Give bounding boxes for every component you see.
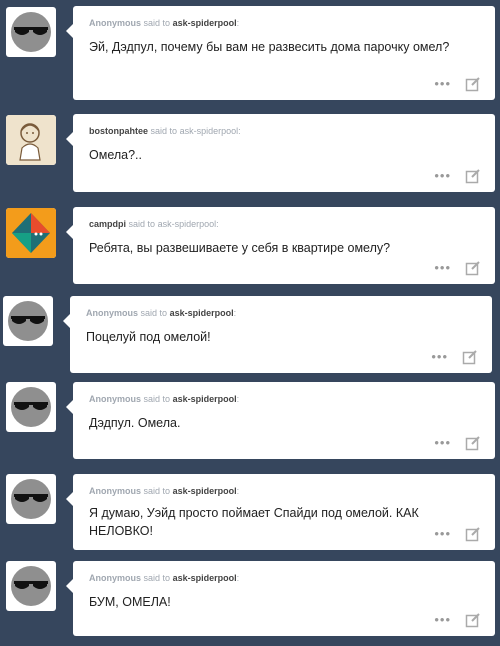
anonymous-sunglasses-icon — [11, 12, 51, 52]
orange-diamond-icon — [6, 208, 56, 258]
ask-card: Anonymous said to ask-spiderpool: Дэдпул… — [66, 382, 495, 459]
edit-icon[interactable] — [465, 526, 481, 542]
recipient-name[interactable]: ask-spiderpool — [170, 308, 234, 318]
post-actions: ••• — [434, 610, 481, 630]
more-options-icon[interactable]: ••• — [434, 436, 451, 449]
ask-card: Anonymous said to ask-spiderpool: Эй, Дэ… — [66, 6, 495, 100]
recipient-name[interactable]: ask-spiderpool — [180, 126, 239, 136]
author-name[interactable]: Anonymous — [89, 573, 141, 583]
anonymous-avatar[interactable] — [6, 561, 56, 611]
more-options-icon[interactable]: ••• — [434, 261, 451, 274]
anonymous-sunglasses-icon — [8, 301, 48, 341]
anonymous-avatar[interactable] — [6, 382, 56, 432]
post-actions: ••• — [434, 74, 481, 94]
ask-card: campdpi said to ask-spiderpool: Ребята, … — [66, 207, 495, 284]
ask-header: Anonymous said to ask-spiderpool: — [89, 486, 240, 496]
ask-message: Поцелуй под омелой! — [86, 330, 211, 344]
post-actions: ••• — [434, 166, 481, 186]
edit-icon[interactable] — [462, 349, 478, 365]
more-options-icon[interactable]: ••• — [434, 613, 451, 626]
recipient-name[interactable]: ask-spiderpool — [173, 18, 237, 28]
ask-message: Ребята, вы развешиваете у себя в квартир… — [89, 241, 391, 255]
recipient-name[interactable]: ask-spiderpool — [173, 573, 237, 583]
more-options-icon[interactable]: ••• — [431, 350, 448, 363]
post-actions: ••• — [434, 433, 481, 453]
anonymous-avatar[interactable] — [6, 474, 56, 524]
edit-icon[interactable] — [465, 612, 481, 628]
ask-message: Омела?.. — [89, 148, 142, 162]
more-options-icon[interactable]: ••• — [434, 527, 451, 540]
recipient-name[interactable]: ask-spiderpool — [173, 486, 237, 496]
ask-header: Anonymous said to ask-spiderpool: — [89, 573, 240, 583]
ask-card: Anonymous said to ask-spiderpool: БУМ, О… — [66, 561, 495, 636]
author-name[interactable]: Anonymous — [89, 394, 141, 404]
sketch-character-icon — [6, 115, 56, 165]
ask-message: Я думаю, Уэйд просто поймает Спайди под … — [89, 506, 419, 538]
anonymous-sunglasses-icon — [11, 479, 51, 519]
anonymous-sunglasses-icon — [11, 566, 51, 606]
ask-header: Anonymous said to ask-spiderpool: — [89, 394, 240, 404]
ask-header: bostonpahtee said to ask-spiderpool: — [89, 126, 241, 136]
ask-message: Эй, Дэдпул, почему бы вам не развесить д… — [89, 40, 450, 54]
more-options-icon[interactable]: ••• — [434, 77, 451, 90]
ask-card: Anonymous said to ask-spiderpool: Я дума… — [66, 474, 495, 550]
more-options-icon[interactable]: ••• — [434, 169, 451, 182]
recipient-name[interactable]: ask-spiderpool — [158, 219, 217, 229]
campdpi-avatar[interactable] — [6, 208, 56, 258]
author-name[interactable]: Anonymous — [86, 308, 138, 318]
edit-icon[interactable] — [465, 76, 481, 92]
ask-message: БУМ, ОМЕЛА! — [89, 595, 171, 609]
edit-icon[interactable] — [465, 435, 481, 451]
ask-header: Anonymous said to ask-spiderpool: — [89, 18, 240, 28]
author-name[interactable]: bostonpahtee — [89, 126, 148, 136]
edit-icon[interactable] — [465, 260, 481, 276]
ask-message: Дэдпул. Омела. — [89, 416, 181, 430]
anonymous-sunglasses-icon — [11, 387, 51, 427]
author-name[interactable]: Anonymous — [89, 486, 141, 496]
bostonpahtee-avatar[interactable] — [6, 115, 56, 165]
anonymous-avatar[interactable] — [3, 296, 53, 346]
post-actions: ••• — [431, 347, 478, 367]
ask-card: Anonymous said to ask-spiderpool: Поцелу… — [63, 296, 492, 373]
ask-header: Anonymous said to ask-spiderpool: — [86, 308, 237, 318]
ask-header: campdpi said to ask-spiderpool: — [89, 219, 219, 229]
author-name[interactable]: Anonymous — [89, 18, 141, 28]
post-actions: ••• — [434, 258, 481, 278]
post-actions: ••• — [434, 524, 481, 544]
author-name[interactable]: campdpi — [89, 219, 126, 229]
anonymous-avatar[interactable] — [6, 7, 56, 57]
recipient-name[interactable]: ask-spiderpool — [173, 394, 237, 404]
ask-card: bostonpahtee said to ask-spiderpool: Оме… — [66, 114, 495, 192]
edit-icon[interactable] — [465, 168, 481, 184]
